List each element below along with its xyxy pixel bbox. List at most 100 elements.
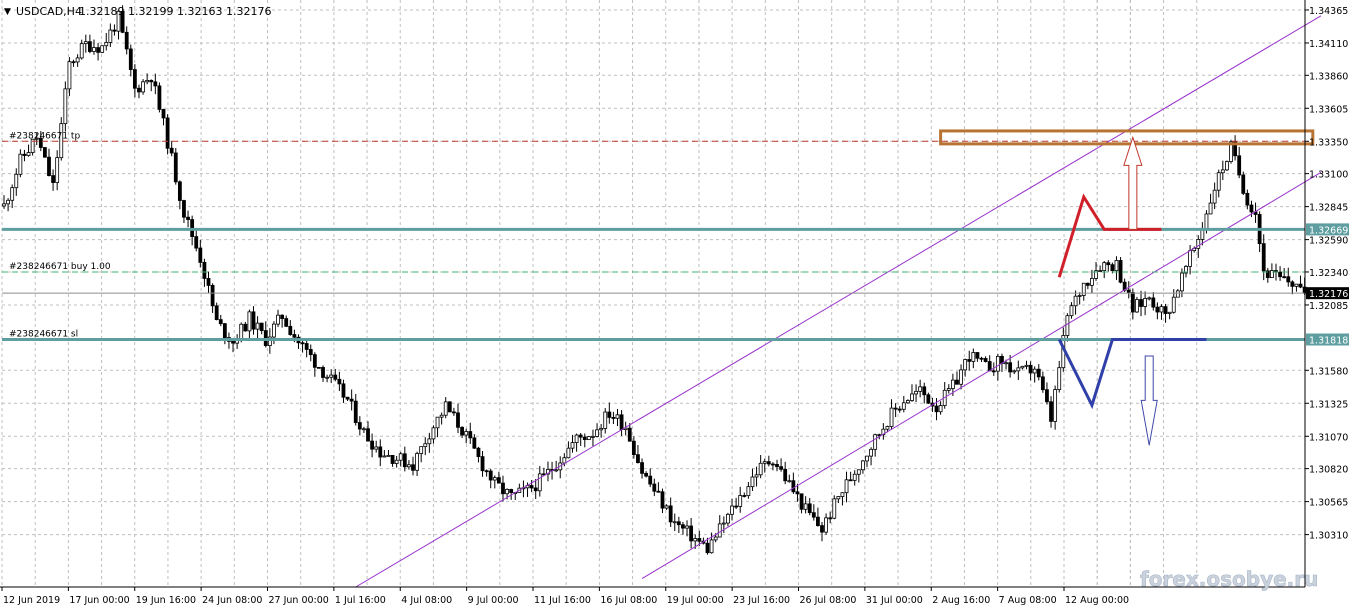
candle-bull: [1188, 250, 1192, 267]
candle-bear: [194, 236, 199, 249]
candle-bull: [554, 469, 559, 472]
candle-bear: [337, 378, 342, 385]
candle-bear: [488, 470, 493, 481]
price-tick-label: 1.31325: [1309, 399, 1348, 410]
candle-bear: [51, 175, 55, 183]
candle-bear: [161, 109, 166, 119]
price-tick-label: 1.32085: [1309, 301, 1348, 312]
candle-bear: [317, 366, 321, 369]
candle-bull: [914, 390, 918, 395]
candle-bull: [717, 523, 722, 538]
candle-bear: [1085, 282, 1090, 286]
candle-bear: [975, 352, 980, 359]
candle-bear: [509, 488, 514, 493]
candle-bear: [1155, 306, 1160, 313]
candle-bull: [1012, 370, 1017, 373]
candle-bull: [1225, 161, 1229, 171]
time-tick-label: 19 Jun 16:00: [136, 595, 196, 606]
candle-bull: [1159, 306, 1164, 313]
candle-bear: [1282, 276, 1287, 279]
candle-bear: [1126, 289, 1131, 293]
candle-bull: [971, 352, 976, 362]
candle-bear: [456, 412, 460, 428]
candle-bull: [407, 464, 411, 468]
candle-bull: [423, 443, 428, 448]
candle-bull: [1065, 315, 1070, 336]
candle-bear: [1286, 276, 1291, 283]
chart-window[interactable]: #238246671 tp #238246671 buy 1.00 #2382466…: [0, 0, 1350, 611]
candle-bear: [795, 491, 800, 495]
candle-bull: [108, 29, 113, 43]
candle-bull: [693, 538, 698, 542]
candle-bull: [832, 498, 837, 519]
candle-bull: [959, 369, 963, 385]
candle-bear: [791, 480, 796, 493]
candle-bull: [787, 480, 792, 483]
time-tick-label: 24 Jun 08:00: [202, 595, 262, 606]
candle-bear: [447, 401, 452, 413]
candle-bull: [963, 359, 968, 371]
candle-bull: [1032, 368, 1037, 374]
candle-bull: [505, 488, 509, 495]
candle-bear: [231, 340, 235, 344]
time-tick-label: 12 Jun 2019: [3, 595, 60, 606]
candle-bull: [537, 473, 542, 492]
candle-bear: [991, 370, 996, 373]
candle-bear: [681, 524, 685, 529]
candle-bear: [1278, 271, 1282, 278]
time-tick-label: 9 Jul 00:00: [468, 595, 519, 606]
time-tick-label: 26 Jul 08:00: [800, 595, 857, 606]
candle-bear: [926, 394, 931, 404]
level-price-tag-label: 1.31818: [1309, 335, 1348, 346]
candle-bear: [480, 456, 485, 472]
candle-bull: [464, 431, 469, 436]
candle-bear: [783, 468, 788, 482]
candle-bull: [431, 427, 436, 440]
candle-bear: [619, 414, 624, 430]
candle-bear: [198, 247, 203, 263]
candle-bear: [341, 383, 346, 398]
candle-bull: [824, 517, 828, 533]
candle-bear: [468, 431, 473, 439]
candle-bear: [697, 538, 702, 542]
candle-bull: [713, 536, 718, 541]
candle-bear: [1118, 260, 1123, 283]
candle-bull: [398, 453, 403, 461]
candle-bull: [1024, 364, 1029, 367]
candle-bear: [214, 305, 219, 321]
candle-bull: [276, 314, 280, 325]
candle-bear: [897, 408, 902, 411]
candle-bear: [1045, 389, 1049, 403]
candle-bear: [169, 147, 174, 154]
price-chart[interactable]: #238246671 tp#238246671 buy 1.00#2382466…: [0, 0, 1350, 611]
candle-bear: [1028, 364, 1033, 374]
candle-bear: [137, 87, 141, 93]
candle-bear: [1151, 297, 1156, 308]
time-tick-label: 23 Jul 16:00: [733, 595, 790, 606]
candle-bull: [1204, 213, 1209, 230]
candle-bear: [484, 470, 489, 473]
price-tick-label: 1.32340: [1309, 268, 1348, 279]
chart-menu-icon[interactable]: ▼: [4, 7, 11, 17]
candle-bull: [889, 407, 894, 427]
candle-bull: [141, 81, 145, 93]
candle-bull: [869, 448, 873, 457]
candle-bull: [1098, 270, 1103, 272]
candle-bear: [807, 503, 812, 514]
candle-bull: [615, 414, 620, 419]
candle-bear: [660, 491, 665, 509]
candle-bull: [362, 428, 366, 431]
candle-bull: [63, 88, 68, 125]
candle-bear: [312, 354, 317, 368]
candle-bear: [771, 463, 775, 466]
candle-bear: [43, 147, 47, 158]
candle-bull: [1090, 278, 1094, 286]
candle-bull: [2, 203, 6, 207]
candle-bear: [820, 525, 824, 533]
candle-bull: [861, 460, 865, 471]
candle-bull: [100, 45, 105, 53]
candle-bear: [1139, 299, 1143, 307]
candle-bear: [280, 314, 285, 319]
candle-bull: [1020, 365, 1025, 369]
candle-bull: [1016, 367, 1021, 372]
